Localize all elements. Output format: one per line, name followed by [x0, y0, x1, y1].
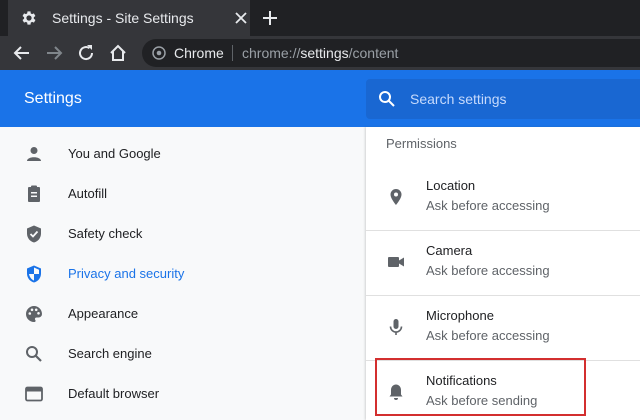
tab-bar: Settings - Site Settings	[0, 0, 640, 36]
location-pin-icon	[390, 189, 402, 205]
clipboard-icon	[28, 185, 40, 202]
sidebar-item-label: Privacy and security	[68, 266, 185, 281]
sidebar-item-label: Search engine	[68, 346, 152, 361]
shield-icon	[27, 265, 41, 283]
bell-icon	[389, 384, 403, 400]
permission-name: Notifications	[426, 373, 497, 388]
address-bar[interactable]: Chrome chrome://settings/content	[142, 39, 640, 67]
page-title: Settings	[24, 90, 82, 107]
sidebar-item-search-engine[interactable]: Search engine	[0, 334, 366, 374]
settings-sidebar: You and Google Autofill Safety check Pri…	[0, 127, 366, 420]
permission-name: Microphone	[426, 308, 494, 323]
forward-arrow-icon[interactable]	[44, 43, 64, 63]
sidebar-item-label: Appearance	[68, 306, 139, 321]
row-divider	[366, 295, 640, 296]
sidebar-item-appearance[interactable]: Appearance	[0, 294, 366, 334]
sidebar-item-safety-check[interactable]: Safety check	[0, 214, 366, 254]
sidebar-item-you-and-google[interactable]: You and Google	[0, 134, 366, 174]
chrome-logo-icon	[152, 46, 166, 60]
permission-status: Ask before sending	[426, 393, 538, 408]
permission-row-notifications[interactable]: Notifications Ask before sending	[366, 360, 640, 420]
sidebar-item-label: Default browser	[68, 386, 160, 401]
permission-name: Camera	[426, 243, 473, 258]
close-icon[interactable]	[234, 11, 248, 25]
site-settings-panel: Permissions Location Ask before accessin…	[366, 127, 640, 420]
url-text: chrome://settings/content	[242, 45, 399, 61]
back-arrow-icon[interactable]	[12, 43, 32, 63]
permission-row-microphone[interactable]: Microphone Ask before accessing	[366, 295, 640, 360]
omnibox-divider	[232, 45, 233, 61]
row-divider	[366, 230, 640, 231]
gear-icon	[22, 11, 36, 25]
row-divider	[366, 360, 640, 361]
camera-icon	[388, 257, 404, 267]
new-tab-plus-icon[interactable]	[260, 8, 280, 28]
permission-status: Ask before accessing	[426, 198, 550, 213]
sidebar-item-label: Safety check	[68, 226, 143, 241]
search-input[interactable]	[410, 89, 630, 109]
sidebar-item-default-browser[interactable]: Default browser	[0, 374, 366, 414]
site-identity-label: Chrome	[174, 45, 224, 61]
search-icon	[379, 91, 395, 107]
microphone-icon	[389, 319, 403, 335]
permission-status: Ask before accessing	[426, 328, 550, 343]
sidebar-item-autofill[interactable]: Autofill	[0, 174, 366, 214]
browser-toolbar: Chrome chrome://settings/content	[0, 36, 640, 70]
permission-status: Ask before accessing	[426, 263, 550, 278]
browser-icon	[25, 386, 43, 402]
sidebar-item-label: Autofill	[68, 186, 108, 201]
person-icon	[27, 147, 41, 161]
sidebar-item-label: You and Google	[68, 146, 161, 161]
reload-icon[interactable]	[76, 43, 96, 63]
section-title: Permissions	[386, 136, 457, 151]
shield-check-icon	[27, 225, 41, 243]
tab-settings[interactable]: Settings - Site Settings	[8, 0, 250, 36]
palette-icon	[26, 306, 42, 322]
home-icon[interactable]	[108, 43, 128, 63]
tab-title: Settings - Site Settings	[52, 10, 194, 26]
permission-row-location[interactable]: Location Ask before accessing	[366, 165, 640, 230]
settings-header: Settings	[0, 70, 640, 127]
search-box[interactable]	[366, 79, 640, 119]
permission-name: Location	[426, 178, 476, 193]
search-icon	[26, 346, 42, 362]
sidebar-item-privacy-and-security[interactable]: Privacy and security	[0, 254, 366, 294]
permission-row-camera[interactable]: Camera Ask before accessing	[366, 230, 640, 295]
